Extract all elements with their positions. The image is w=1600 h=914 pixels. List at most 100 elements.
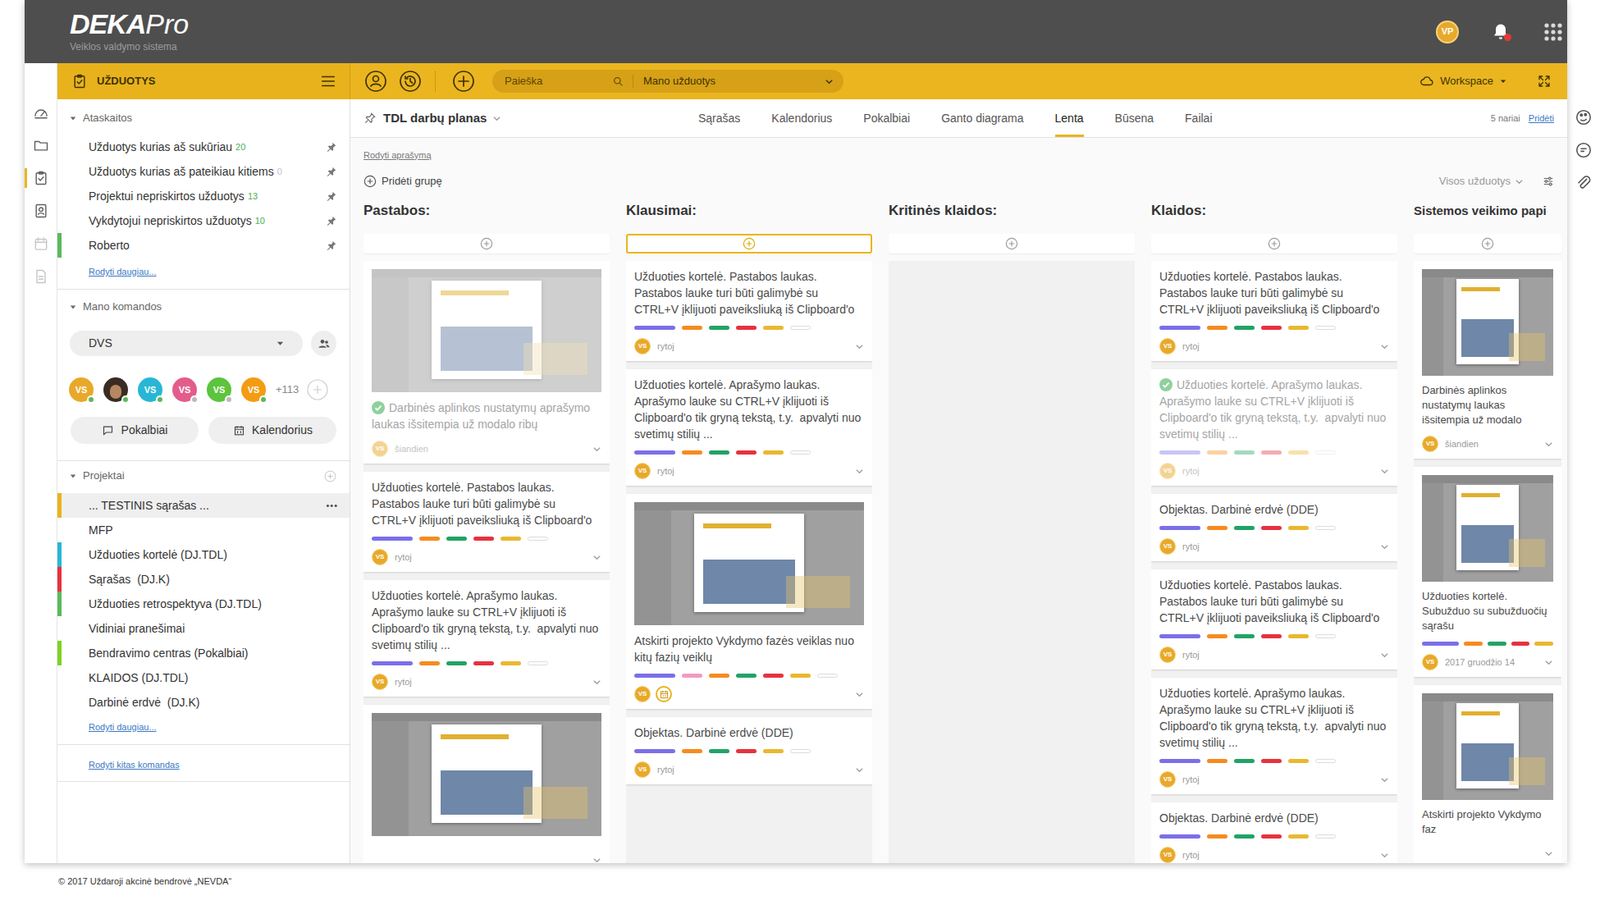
chevron-down-icon[interactable] bbox=[823, 76, 834, 87]
add-project-icon[interactable] bbox=[323, 469, 337, 483]
assignee-avatar[interactable]: VS bbox=[371, 440, 389, 458]
label-bar[interactable] bbox=[790, 673, 811, 678]
assignee-avatar[interactable]: VS bbox=[1159, 462, 1176, 480]
label-bar[interactable] bbox=[1159, 525, 1201, 531]
member-avatar[interactable]: VS bbox=[137, 377, 163, 403]
menu-icon[interactable] bbox=[318, 71, 339, 92]
expand-chevron-icon[interactable] bbox=[591, 552, 602, 563]
rail-item[interactable] bbox=[24, 227, 57, 261]
user-avatar[interactable]: VP bbox=[1435, 20, 1459, 44]
pin-icon[interactable] bbox=[326, 166, 337, 177]
label-bar[interactable] bbox=[681, 749, 703, 754]
search-scope[interactable]: Mano užduotys bbox=[643, 73, 716, 90]
assignee-avatar[interactable]: VS bbox=[1159, 646, 1176, 663]
view-tab[interactable]: Sąrašas bbox=[698, 99, 741, 138]
rail-item[interactable] bbox=[24, 161, 57, 195]
search-field[interactable]: Mano užduotys bbox=[492, 69, 844, 93]
search-icon[interactable] bbox=[612, 75, 625, 87]
label-bar[interactable] bbox=[1159, 325, 1201, 330]
label-bar[interactable] bbox=[817, 673, 838, 678]
expand-chevron-icon[interactable] bbox=[591, 676, 602, 687]
pin-icon[interactable] bbox=[326, 215, 337, 226]
assignee-avatar[interactable]: VS bbox=[1159, 338, 1176, 355]
chevron-down-icon[interactable] bbox=[491, 113, 502, 124]
member-avatar[interactable]: VS bbox=[68, 377, 94, 403]
assignee-avatar[interactable]: VS bbox=[634, 761, 651, 778]
label-bar[interactable] bbox=[790, 325, 811, 330]
member-avatar[interactable]: VS bbox=[172, 377, 197, 403]
label-bar[interactable] bbox=[1261, 758, 1282, 764]
expand-chevron-icon[interactable] bbox=[1379, 341, 1390, 352]
report-item[interactable]: Roberto bbox=[57, 233, 350, 258]
task-card[interactable]: Užduoties kortelė. Pastabos laukas. Past… bbox=[1151, 260, 1398, 362]
expand-chevron-icon[interactable] bbox=[1379, 466, 1390, 476]
project-item[interactable]: Užduoties retrospektyva (DJ.TDL) bbox=[57, 591, 350, 617]
label-bar[interactable] bbox=[1315, 525, 1336, 531]
report-item[interactable]: Projektui nepriskirtos užduotys13 bbox=[57, 183, 350, 209]
label-bar[interactable] bbox=[736, 450, 757, 455]
task-card[interactable]: Atskirti projekto Vykdymo faz bbox=[1413, 685, 1562, 864]
task-card[interactable]: Užduoties kortelė. Aprašymo laukas. Apra… bbox=[1151, 369, 1398, 486]
label-bar[interactable] bbox=[1261, 634, 1282, 639]
assignee-icon[interactable] bbox=[364, 69, 388, 93]
view-tab[interactable]: Ganto diagrama bbox=[941, 99, 1024, 138]
label-bar[interactable] bbox=[1315, 634, 1336, 639]
label-bar[interactable] bbox=[681, 325, 703, 330]
add-card-button[interactable] bbox=[626, 233, 873, 254]
view-tab[interactable]: Pokalbiai bbox=[863, 99, 910, 138]
project-item[interactable]: ... TESTINIS sąrašas ...••• bbox=[57, 493, 350, 518]
project-item[interactable]: Darbinė erdvė (DJ.K) bbox=[57, 690, 350, 715]
add-card-button[interactable] bbox=[1413, 233, 1562, 254]
task-card[interactable]: Užduoties kortelė. Pastabos laukas. Past… bbox=[626, 260, 873, 362]
label-bar[interactable] bbox=[634, 450, 676, 455]
task-card[interactable]: Užduoties kortelė. Aprašymo laukas. Apra… bbox=[626, 369, 873, 486]
label-bar[interactable] bbox=[1159, 634, 1201, 639]
assignee-avatar[interactable]: VS bbox=[1421, 435, 1439, 453]
label-bar[interactable] bbox=[763, 749, 784, 754]
label-bar[interactable] bbox=[1288, 450, 1309, 455]
expand-chevron-icon[interactable] bbox=[854, 689, 864, 700]
project-item[interactable]: KLAIDOS (DJ.TDL) bbox=[57, 665, 350, 691]
pin-icon[interactable] bbox=[326, 240, 337, 251]
add-card-button[interactable] bbox=[1151, 233, 1398, 254]
section-toggle[interactable]: Ataskaitos bbox=[57, 107, 350, 129]
label-bar[interactable] bbox=[1261, 450, 1282, 455]
expand-chevron-icon[interactable] bbox=[591, 443, 602, 454]
label-bar[interactable] bbox=[1234, 525, 1255, 531]
label-bar[interactable] bbox=[1288, 325, 1309, 330]
project-item[interactable]: MFP bbox=[57, 517, 350, 543]
history-icon[interactable] bbox=[398, 69, 422, 93]
label-bar[interactable] bbox=[446, 661, 467, 666]
task-card[interactable]: Objektas. Darbinė erdvė (DDE)VSrytoj bbox=[626, 717, 873, 785]
assignee-avatar[interactable]: VS bbox=[1421, 653, 1439, 671]
view-tab[interactable]: Lenta bbox=[1055, 99, 1084, 138]
label-bar[interactable] bbox=[1315, 325, 1336, 330]
label-bar[interactable] bbox=[1159, 450, 1201, 455]
label-bar[interactable] bbox=[1534, 641, 1554, 646]
expand-chevron-icon[interactable] bbox=[1543, 848, 1554, 859]
label-bar[interactable] bbox=[1261, 525, 1282, 531]
label-bar[interactable] bbox=[736, 673, 757, 678]
chat-icon[interactable] bbox=[1573, 140, 1594, 160]
label-bar[interactable] bbox=[419, 661, 440, 666]
task-card[interactable]: Užduoties kortelė. Pastabos laukas. Past… bbox=[1151, 569, 1398, 670]
member-avatar[interactable] bbox=[103, 377, 128, 403]
label-bar[interactable] bbox=[1288, 525, 1309, 531]
label-bar[interactable] bbox=[634, 749, 676, 754]
fullscreen-icon[interactable] bbox=[1536, 73, 1553, 90]
task-card[interactable]: Objektas. Darbinė erdvė (DDE)VSrytoj bbox=[1151, 802, 1398, 864]
team-dropdown[interactable]: DVS bbox=[69, 330, 303, 357]
label-bar[interactable] bbox=[1234, 450, 1255, 455]
label-bar[interactable] bbox=[1315, 758, 1336, 764]
label-bar[interactable] bbox=[1487, 641, 1507, 646]
label-bar[interactable] bbox=[1463, 641, 1483, 646]
calendar-badge[interactable] bbox=[655, 685, 672, 703]
expand-chevron-icon[interactable] bbox=[1379, 649, 1390, 660]
rail-item[interactable] bbox=[24, 260, 57, 293]
filter-dropdown[interactable]: Visos užduotys bbox=[1439, 173, 1524, 190]
project-item[interactable]: Užduoties kortelė (DJ.TDL) bbox=[57, 542, 350, 567]
label-bar[interactable] bbox=[1206, 834, 1228, 839]
expand-chevron-icon[interactable] bbox=[1379, 541, 1390, 552]
task-card[interactable]: Užduoties kortelė. Aprašymo laukas. Apra… bbox=[1151, 677, 1398, 795]
add-member-icon[interactable] bbox=[306, 379, 329, 401]
